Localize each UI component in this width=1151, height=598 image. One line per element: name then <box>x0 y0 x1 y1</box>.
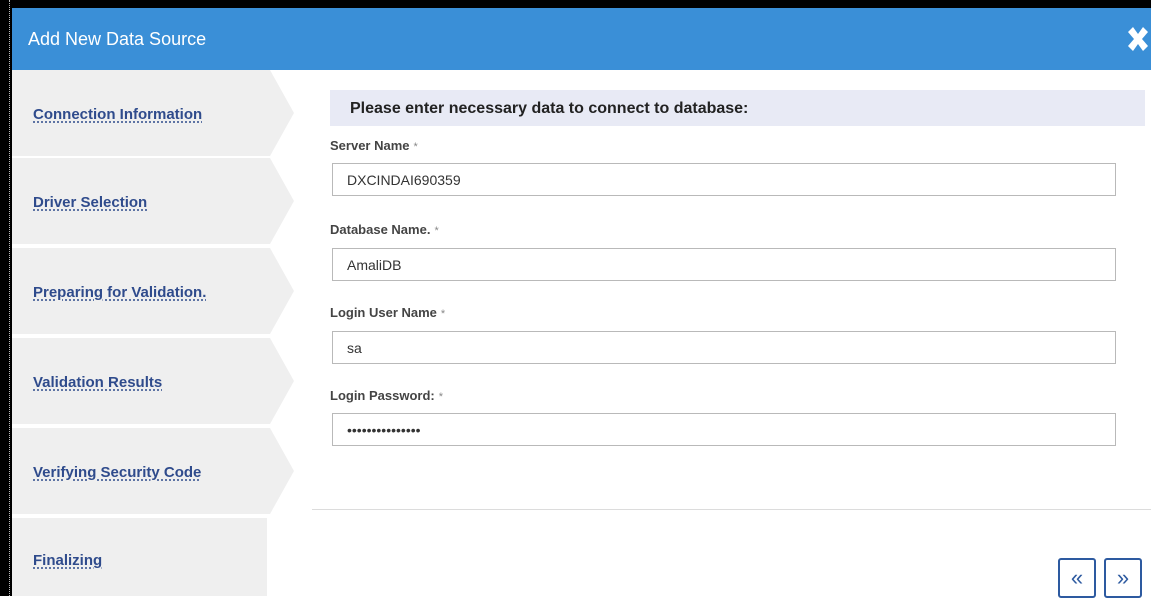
close-button[interactable] <box>1125 24 1151 54</box>
database-name-label-text: Database Name. <box>330 222 431 237</box>
form-header: Please enter necessary data to connect t… <box>330 90 1145 126</box>
database-name-label: Database Name. * <box>330 222 439 237</box>
step-label[interactable]: Finalizing <box>33 552 102 569</box>
step-label[interactable]: Verifying Security Code <box>33 464 201 481</box>
window-frame-top <box>0 0 1151 8</box>
step-driver-selection[interactable]: Driver Selection <box>12 158 302 244</box>
footer-divider <box>312 509 1151 510</box>
previous-button[interactable]: « <box>1058 558 1096 598</box>
login-password-input[interactable] <box>332 413 1116 446</box>
close-icon <box>1128 27 1148 51</box>
required-marker: * <box>440 308 446 320</box>
step-label[interactable]: Preparing for Validation. <box>33 284 206 301</box>
dialog-titlebar: Add New Data Source <box>12 8 1151 70</box>
server-name-input[interactable] <box>332 163 1116 196</box>
step-preparing-for-validation[interactable]: Preparing for Validation. <box>12 248 302 334</box>
step-label[interactable]: Validation Results <box>33 374 162 391</box>
next-button[interactable]: » <box>1104 558 1142 598</box>
step-label[interactable]: Connection Information <box>33 106 202 123</box>
required-marker: * <box>413 141 418 153</box>
form-panel: Please enter necessary data to connect t… <box>312 70 1151 598</box>
step-finalizing[interactable]: Finalizing <box>12 518 302 596</box>
login-password-label-text: Login Password: <box>330 388 435 403</box>
step-label[interactable]: Driver Selection <box>33 194 147 211</box>
step-connection-information[interactable]: Connection Information <box>12 70 302 156</box>
double-chevron-left-icon: « <box>1070 565 1084 590</box>
step-validation-results[interactable]: Validation Results <box>12 338 302 424</box>
server-name-label-text: Server Name <box>330 138 410 153</box>
required-marker: * <box>434 225 439 237</box>
login-user-name-label: Login User Name * <box>330 305 445 320</box>
database-name-input[interactable] <box>332 248 1116 281</box>
required-marker: * <box>438 391 444 403</box>
wizard-steps: Connection Information Driver Selection … <box>12 70 302 596</box>
dialog-title: Add New Data Source <box>28 29 207 49</box>
double-chevron-right-icon: » <box>1116 565 1130 590</box>
login-password-label: Login Password: * <box>330 388 443 403</box>
window-frame-left <box>0 0 12 596</box>
step-verifying-security-code[interactable]: Verifying Security Code <box>12 428 302 514</box>
login-user-name-input[interactable] <box>332 331 1116 364</box>
login-user-name-label-text: Login User Name <box>330 305 437 320</box>
server-name-label: Server Name * <box>330 138 418 153</box>
form-header-text: Please enter necessary data to connect t… <box>350 100 749 117</box>
